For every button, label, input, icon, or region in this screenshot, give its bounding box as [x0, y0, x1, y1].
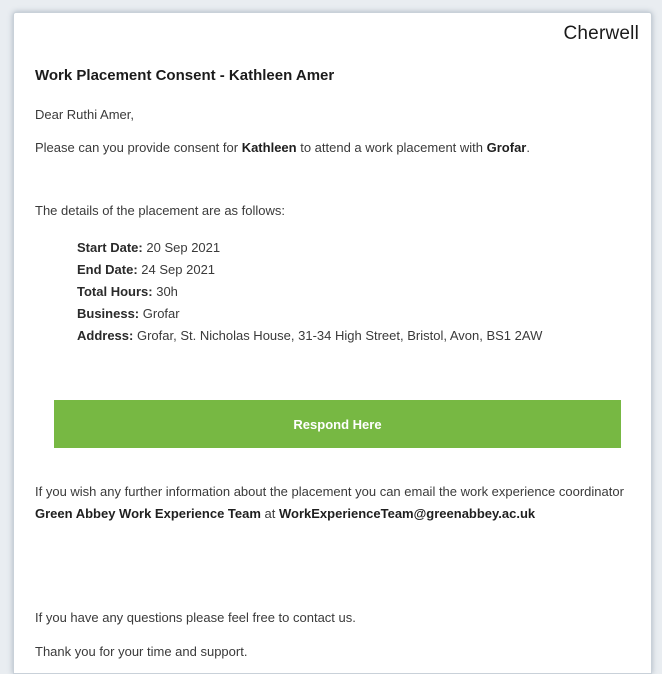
consent-suffix: . — [526, 140, 530, 155]
detail-label: Total Hours: — [77, 284, 153, 299]
placement-details: Start Date: 20 Sep 2021 End Date: 24 Sep… — [77, 237, 637, 347]
detail-row-address: Address: Grofar, St. Nicholas House, 31-… — [77, 325, 637, 347]
email-greeting: Dear Ruthi Amer, — [35, 107, 134, 122]
thanks-text: Thank you for your time and support. — [35, 644, 248, 659]
detail-row-start-date: Start Date: 20 Sep 2021 — [77, 237, 637, 259]
detail-label: Business: — [77, 306, 140, 321]
consent-prefix: Please can you provide consent for — [35, 140, 242, 155]
email-window: Cherwell Work Placement Consent - Kathle… — [13, 12, 652, 674]
detail-value: 30h — [156, 284, 178, 299]
questions-text: If you have any questions please feel fr… — [35, 610, 356, 625]
detail-row-end-date: End Date: 24 Sep 2021 — [77, 259, 637, 281]
business-name: Grofar — [486, 140, 527, 155]
info-paragraph: If you wish any further information abou… — [35, 481, 645, 525]
detail-label: Address: — [77, 328, 134, 343]
coordinator-team: Green Abbey Work Experience Team — [35, 506, 261, 521]
detail-value: Grofar — [142, 306, 180, 321]
details-intro: The details of the placement are as foll… — [35, 203, 286, 218]
coordinator-email-link[interactable]: WorkExperienceTeam@greenabbey.ac.uk — [279, 506, 535, 521]
consent-paragraph: Please can you provide consent for Kathl… — [35, 137, 635, 159]
detail-value: 20 Sep 2021 — [146, 240, 221, 255]
info-middle: at — [260, 506, 279, 521]
info-prefix: If you wish any further information abou… — [35, 484, 624, 499]
detail-value: 24 Sep 2021 — [141, 262, 216, 277]
email-subject: Work Placement Consent - Kathleen Amer — [35, 67, 335, 84]
brand-logo-text: Cherwell — [563, 23, 639, 44]
detail-row-business: Business: Grofar — [77, 303, 637, 325]
detail-row-total-hours: Total Hours: 30h — [77, 281, 637, 303]
detail-label: Start Date: — [77, 240, 143, 255]
respond-here-button[interactable]: Respond Here — [54, 400, 621, 448]
consent-middle: to attend a work placement with — [296, 140, 487, 155]
detail-value: Grofar, St. Nicholas House, 31-34 High S… — [136, 328, 543, 343]
student-name: Kathleen — [241, 140, 297, 155]
detail-label: End Date: — [77, 262, 138, 277]
